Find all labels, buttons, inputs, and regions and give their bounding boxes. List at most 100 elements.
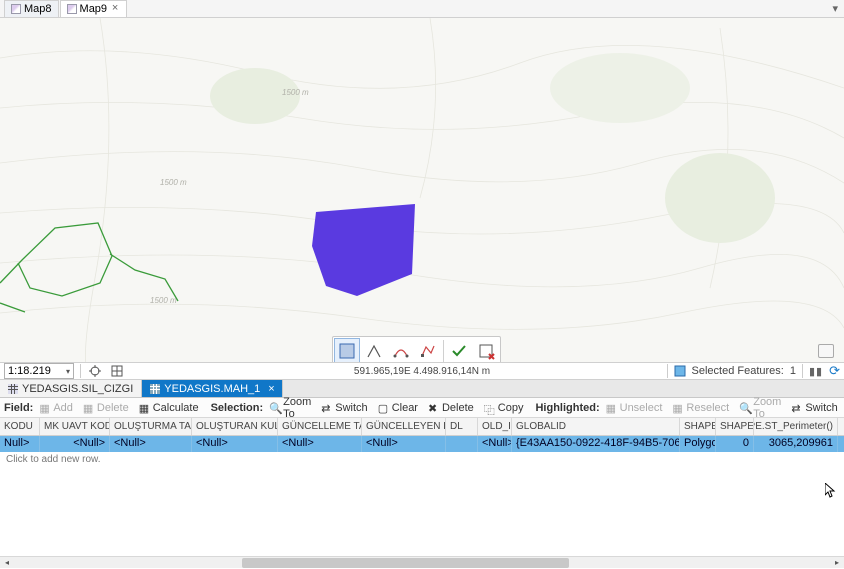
horizontal-scrollbar[interactable]: ◂ ▸ — [0, 556, 844, 568]
col-header[interactable]: SHAPE — [680, 418, 716, 435]
close-icon[interactable]: × — [110, 4, 120, 14]
grid-icon[interactable] — [109, 363, 125, 379]
zoom-to-button[interactable]: 🔍Zoom To — [265, 395, 315, 421]
unselect-icon: ▦ — [606, 402, 618, 414]
cell: {E43AA150-0922-418F-94B5-706AE98B8AAE} — [512, 436, 680, 452]
col-header[interactable]: GÜNCELLEYEN KULL — [362, 418, 446, 435]
table-tab-mah-1[interactable]: YEDASGIS.MAH_1 × — [142, 380, 283, 397]
elevation-label: 1500 m — [150, 296, 177, 305]
col-header[interactable]: GLOBALID — [512, 418, 680, 435]
map-icon — [67, 4, 77, 14]
map-contours — [0, 18, 844, 362]
reselect-icon: ▦ — [672, 402, 684, 414]
selection-label: Selection: — [211, 402, 264, 414]
refresh-icon[interactable]: ⟳ — [829, 363, 840, 379]
field-label: Field: — [4, 402, 33, 414]
cell — [446, 436, 478, 452]
delete-icon: ▦ — [83, 402, 95, 414]
table-tab-sil-cizgi[interactable]: YEDASGIS.SIL_CIZGI — [0, 380, 142, 397]
cell: Polygon — [680, 436, 716, 452]
cell: 0 — [716, 436, 754, 452]
col-header[interactable]: OLUŞTURAN KULLANI — [192, 418, 278, 435]
scroll-thumb[interactable] — [242, 558, 568, 568]
table-tab-label: YEDASGIS.MAH_1 — [164, 383, 260, 395]
hl-unselect-button[interactable]: ▦Unselect — [602, 401, 667, 415]
cell: <Null> — [40, 436, 110, 452]
scroll-left-icon[interactable]: ◂ — [0, 557, 14, 569]
cell: <Null> — [192, 436, 278, 452]
col-header[interactable]: OLUŞTURMA TARİHİ — [110, 418, 192, 435]
attribute-toolbar: Field: ▦Add ▦Delete ▦Calculate Selection… — [0, 398, 844, 418]
col-header[interactable]: SHAPE.ST_Perimeter() — [754, 418, 838, 435]
tool-trace[interactable] — [415, 338, 441, 362]
zoom-icon: 🔍 — [739, 402, 751, 414]
tool-finish[interactable] — [446, 338, 472, 362]
copy-icon: ⿻ — [484, 402, 496, 414]
map-tab-label: Map8 — [24, 3, 52, 15]
delete-icon: ✖ — [428, 402, 440, 414]
map-tab-map9[interactable]: Map9 × — [60, 0, 128, 17]
status-bar: 1:18.219 ▾ 591.965,19E 4.498.916,14N m S… — [0, 362, 844, 380]
table-icon — [150, 384, 160, 394]
col-header[interactable]: MK UAVT KODU — [40, 418, 110, 435]
zoom-icon: 🔍 — [269, 402, 281, 414]
tab-menu[interactable]: ▾ — [832, 0, 844, 17]
tool-arc[interactable] — [388, 338, 414, 362]
elevation-label: 1500 m — [282, 88, 309, 97]
map-icon — [11, 4, 21, 14]
scale-combo[interactable]: 1:18.219 ▾ — [4, 363, 74, 379]
cell: 3065,209961 — [754, 436, 838, 452]
calculate-button[interactable]: ▦Calculate — [135, 401, 203, 415]
chevron-down-icon: ▾ — [66, 367, 70, 376]
selected-label: Selected Features: — [692, 365, 784, 377]
new-row-prompt[interactable]: Click to add new row. — [0, 452, 844, 470]
pause-icon[interactable]: ▮▮ — [809, 365, 823, 378]
scroll-right-icon[interactable]: ▸ — [830, 557, 844, 569]
scroll-track[interactable] — [14, 558, 830, 568]
cell: <Null> — [278, 436, 362, 452]
cell: <Null> — [362, 436, 446, 452]
delete-field-button[interactable]: ▦Delete — [79, 401, 133, 415]
hl-switch-button[interactable]: ⇄Switch — [787, 401, 841, 415]
col-header[interactable]: SHAPE.O — [716, 418, 754, 435]
cell: Null> — [0, 436, 40, 452]
coordinates: 591.965,19E 4.498.916,14N m — [354, 366, 490, 377]
highlighted-label: Highlighted: — [535, 402, 599, 414]
clear-button[interactable]: ▢Clear — [374, 401, 422, 415]
scale-value: 1:18.219 — [8, 365, 51, 377]
table-row[interactable]: Null> <Null> <Null> <Null> <Null> <Null>… — [0, 436, 844, 452]
col-header[interactable]: GÜNCELLEME TARİHİ — [278, 418, 362, 435]
copy-button[interactable]: ⿻Copy — [480, 401, 528, 415]
tool-polygon[interactable] — [334, 338, 360, 362]
explore-toggle[interactable] — [818, 344, 834, 358]
switch-button[interactable]: ⇄Switch — [317, 401, 371, 415]
grid-header: KODU MK UAVT KODU OLUŞTURMA TARİHİ OLUŞT… — [0, 418, 844, 436]
hl-reselect-button[interactable]: ▦Reselect — [668, 401, 733, 415]
table-tab-bar: YEDASGIS.SIL_CIZGI YEDASGIS.MAH_1 × — [0, 380, 844, 398]
col-header[interactable]: KODU — [0, 418, 40, 435]
col-header[interactable]: OLD_ID — [478, 418, 512, 435]
map-tab-bar: Map8 Map9 × ▾ — [0, 0, 844, 18]
attribute-grid: KODU MK UAVT KODU OLUŞTURMA TARİHİ OLUŞT… — [0, 418, 844, 568]
selected-count: 1 — [790, 365, 796, 377]
tool-cancel[interactable] — [473, 338, 499, 362]
elevation-label: 1500 m — [160, 178, 187, 187]
tool-line[interactable] — [361, 338, 387, 362]
locate-icon[interactable] — [87, 363, 103, 379]
add-field-button[interactable]: ▦Add — [35, 401, 77, 415]
map-tab-label: Map9 — [80, 3, 108, 15]
edit-toolbar — [332, 336, 501, 362]
clear-icon: ▢ — [378, 402, 390, 414]
delete-selection-button[interactable]: ✖Delete — [424, 401, 478, 415]
switch-icon: ⇄ — [321, 402, 333, 414]
selection-icon — [674, 365, 686, 377]
close-icon[interactable]: × — [264, 383, 274, 395]
switch-icon: ⇄ — [791, 402, 803, 414]
cell: <Null> — [110, 436, 192, 452]
map-tab-map8[interactable]: Map8 — [4, 0, 59, 17]
cell: <Null> — [478, 436, 512, 452]
table-tab-label: YEDASGIS.SIL_CIZGI — [22, 383, 133, 395]
hl-zoom-button[interactable]: 🔍Zoom To — [735, 395, 785, 421]
map-view[interactable]: 1500 m 1500 m 1500 m ⚙ — [0, 18, 844, 362]
col-header[interactable]: DL — [446, 418, 478, 435]
